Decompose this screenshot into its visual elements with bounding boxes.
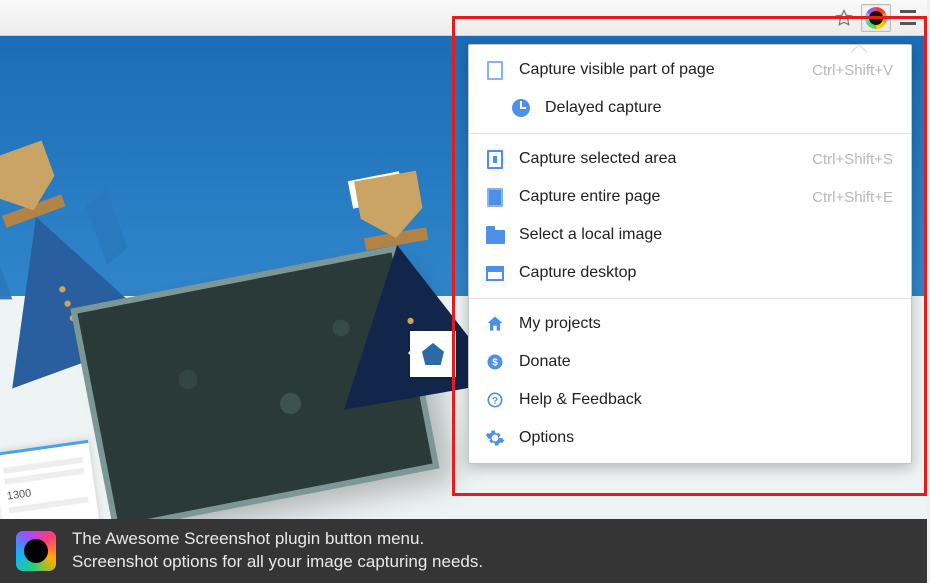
menu-item-label: Donate [519, 353, 893, 371]
page-icon [485, 60, 505, 80]
star-icon [834, 8, 854, 28]
extension-menu: Capture visible part of page Ctrl+Shift+… [468, 44, 912, 464]
bookmark-star-button[interactable] [829, 4, 859, 32]
clock-icon [511, 98, 531, 118]
svg-text:?: ? [492, 396, 498, 407]
menu-item-donate[interactable]: $ Donate [469, 343, 911, 381]
menu-item-label: Delayed capture [545, 99, 893, 117]
decorative-tooltip [410, 331, 456, 377]
desktop-icon [485, 263, 505, 283]
menu-item-capture-desktop[interactable]: Capture desktop [469, 254, 911, 292]
menu-item-label: My projects [519, 315, 893, 333]
menu-item-my-projects[interactable]: My projects [469, 305, 911, 343]
selection-icon [485, 149, 505, 169]
caption-line: The Awesome Screenshot plugin button men… [72, 528, 483, 551]
home-icon [485, 314, 505, 334]
caption-text: The Awesome Screenshot plugin button men… [72, 528, 483, 574]
awesome-screenshot-icon [865, 7, 887, 29]
menu-item-shortcut: Ctrl+Shift+V [812, 62, 893, 79]
menu-item-label: Capture desktop [519, 264, 893, 282]
caption-bar: The Awesome Screenshot plugin button men… [0, 519, 927, 583]
menu-item-options[interactable]: Options [469, 419, 911, 457]
gear-icon [485, 428, 505, 448]
menu-item-shortcut: Ctrl+Shift+S [812, 151, 893, 168]
avatar-icon [422, 343, 444, 365]
hamburger-icon [900, 10, 916, 25]
menu-item-label: Capture entire page [519, 188, 798, 206]
app-icon [16, 531, 56, 571]
menu-item-label: Capture visible part of page [519, 61, 798, 79]
chrome-menu-button[interactable] [893, 4, 923, 32]
extension-button[interactable] [861, 4, 891, 32]
menu-item-help[interactable]: ? Help & Feedback [469, 381, 911, 419]
decorative-widget: 1300 [0, 440, 103, 519]
menu-item-capture-visible[interactable]: Capture visible part of page Ctrl+Shift+… [469, 51, 911, 89]
menu-item-local-image[interactable]: Select a local image [469, 216, 911, 254]
menu-item-capture-entire[interactable]: Capture entire page Ctrl+Shift+E [469, 178, 911, 216]
browser-toolbar [0, 0, 927, 36]
menu-section: My projects $ Donate ? Help & Feedback O… [469, 298, 911, 463]
svg-text:$: $ [492, 357, 498, 368]
menu-item-label: Select a local image [519, 226, 893, 244]
donate-icon: $ [485, 352, 505, 372]
menu-item-shortcut: Ctrl+Shift+E [812, 189, 893, 206]
menu-item-delayed-capture[interactable]: Delayed capture [469, 89, 911, 127]
menu-item-capture-selected[interactable]: Capture selected area Ctrl+Shift+S [469, 140, 911, 178]
menu-section: Capture selected area Ctrl+Shift+S Captu… [469, 133, 911, 298]
menu-item-label: Options [519, 429, 893, 447]
folder-icon [485, 225, 505, 245]
page-full-icon [485, 187, 505, 207]
menu-item-label: Help & Feedback [519, 391, 893, 409]
menu-section: Capture visible part of page Ctrl+Shift+… [469, 45, 911, 133]
menu-item-label: Capture selected area [519, 150, 798, 168]
caption-line: Screenshot options for all your image ca… [72, 551, 483, 574]
help-icon: ? [485, 390, 505, 410]
